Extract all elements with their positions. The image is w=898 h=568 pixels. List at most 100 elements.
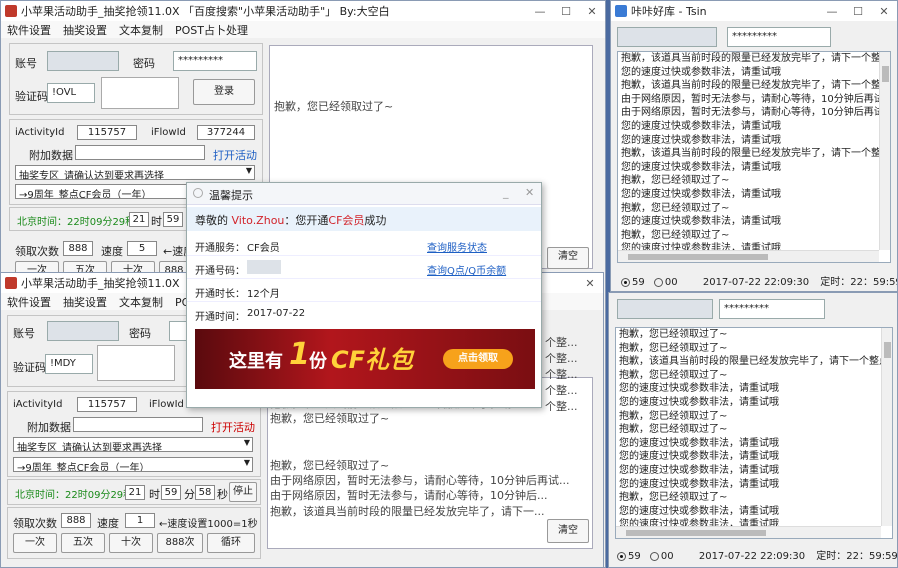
right-top-title: 咔咔好库 - Tsin [631,5,707,18]
activity-id-field[interactable]: 115757 [77,397,137,412]
log-line: 抱歉，该道具当前时段的限量已经发放完毕了，请下一... [270,504,545,518]
radio-59-label: 59 [628,551,641,562]
log-line: 由于网络原因，暂时无法参与，请耐心等待，10分钟后... [270,489,548,503]
password-field[interactable]: ********* [727,27,831,47]
speed-field[interactable]: 1 [125,513,155,528]
hour-field[interactable]: 21 [125,485,145,500]
right-top-titlebar[interactable]: 咔咔好库 - Tsin — ☐ ✕ [611,1,897,21]
scroll-thumb[interactable] [882,66,889,82]
vertical-scrollbar[interactable] [881,328,892,526]
activity-id-field[interactable]: 115757 [77,125,137,140]
log-line: 您的速度过快或参数非法，请重试哦 [619,505,779,517]
flow-id-label: iFlowId [151,127,186,138]
count-field[interactable]: 888 [61,513,91,528]
menu-text-copy[interactable]: 文本复制 [119,294,163,310]
banner-text-num: 1 [289,337,310,372]
lottery-zone-select[interactable]: 抽奖专区_请确认达到要求再选择 ▼ [15,165,255,180]
back-window-titlebar[interactable]: 小苹果活动助手_抽奖抢领11.0X 「百度搜索"小苹果活动助手"」 By:大空白… [1,1,605,21]
popup-title: 温馨提示 [209,189,253,202]
lottery-zone-value: 抽奖专区_请确认达到要求再选择 [19,171,164,180]
menu-post[interactable]: POST占卜处理 [175,22,248,38]
hour-field[interactable]: 21 [129,212,149,227]
extra-data-field[interactable] [73,417,203,432]
cf-gift-banner[interactable]: 这里有 1 份 CF礼包 点击领取 [195,329,535,389]
scroll-thumb[interactable] [628,254,768,260]
log-line: 抱歉，您已经领取过了~ [270,458,390,472]
radio-59[interactable] [617,551,626,561]
back-clear-button[interactable]: 清空 [547,247,589,269]
vertical-scrollbar[interactable] [879,52,890,250]
current-datetime: 2017-07-22 22:09:30 [702,277,810,288]
popup-titlebar[interactable]: 温馨提示 _ ✕ [187,183,541,205]
menu-text-copy[interactable]: 文本复制 [119,22,163,38]
prize-select[interactable]: →9周年_整点CF会员（一年） ▼ [13,457,253,472]
banner-claim-button[interactable]: 点击领取 [443,349,513,369]
speed-field[interactable]: 5 [127,241,157,256]
extra-data-label: 附加数据 [27,421,71,434]
five-times-button[interactable]: 五次 [61,533,105,553]
log-line: 您的速度过快或参数非法，请重试哦 [619,383,779,395]
account-field[interactable] [617,299,713,319]
minimize-icon[interactable]: — [819,5,845,18]
scroll-thumb[interactable] [626,530,766,536]
count-field[interactable]: 888 [63,241,93,256]
row-label: 开通号码： [195,266,245,277]
minute-field[interactable]: 59 [161,485,181,500]
minimize-icon[interactable]: — [527,5,553,18]
close-icon[interactable]: ✕ [579,5,605,18]
log-line: 您的速度过快或参数非法，请重试哦 [621,216,781,228]
lottery-zone-select[interactable]: 抽奖专区_请确认达到要求再选择 ▼ [13,437,253,452]
radio-00[interactable] [649,551,659,561]
password-field[interactable]: ********* [173,51,257,71]
chevron-down-icon: ▼ [243,458,250,467]
greet-user: Vito.Zhou [231,214,285,227]
captcha-field[interactable]: !MDY [45,354,93,374]
once-button[interactable]: 一次 [13,533,57,553]
right-bottom-window: ********* 抱歉，您已经领取过了~ 抱歉，您已经领取过了~ 抱歉，该道具… [608,292,898,568]
maximize-icon[interactable]: ☐ [553,5,579,18]
ten-times-button[interactable]: 十次 [109,533,153,553]
open-activity-link[interactable]: 打开活动 [211,419,255,435]
close-icon[interactable]: ✕ [871,5,897,18]
open-activity-link[interactable]: 打开活动 [213,147,257,163]
888-times-button[interactable]: 888次 [157,533,203,553]
stop-button[interactable]: 停止 [229,482,257,502]
prize-select[interactable]: →9周年_整点CF会员（一年） [15,184,191,199]
right-top-log[interactable]: 抱歉，该道具当前时段的限量已经发放完毕了，请下一个整点 您的速度过快或参数非法，… [617,51,891,263]
extra-data-field[interactable] [75,145,205,160]
row-label: 开通时间： [195,312,245,323]
query-service-link[interactable]: 查询服务状态 [427,239,487,254]
maximize-icon[interactable]: ☐ [845,5,871,18]
front-clear-button[interactable]: 清空 [547,519,589,543]
log-line: 您的速度过快或参数非法，请重试哦 [619,396,779,408]
close-icon[interactable]: ✕ [577,277,603,290]
horizontal-scrollbar[interactable] [616,526,881,538]
loop-button[interactable]: 循环 [207,533,255,553]
password-field[interactable]: ********* [719,299,825,319]
menu-software-settings[interactable]: 软件设置 [7,294,51,310]
menu-lottery-settings[interactable]: 抽奖设置 [63,22,107,38]
minimize-icon[interactable]: _ [503,186,509,199]
account-label: 账号 [15,57,37,70]
login-button[interactable]: 登录 [193,79,255,105]
close-icon[interactable]: ✕ [525,186,534,199]
scroll-thumb[interactable] [884,342,891,358]
right-bottom-log[interactable]: 抱歉，您已经领取过了~ 抱歉，您已经领取过了~ 抱歉，该道具当前时段的限量已经发… [615,327,893,539]
account-field[interactable] [47,321,119,341]
radio-59[interactable] [621,277,630,287]
minute-field[interactable]: 59 [163,212,183,227]
greet-mid: ：您开通 [284,214,329,227]
flow-id-field[interactable]: 377244 [197,125,255,140]
account-field[interactable] [617,27,717,47]
account-field[interactable] [47,51,119,71]
query-balance-link[interactable]: 查询Q点/Q币余额 [427,262,506,277]
menu-software-settings[interactable]: 软件设置 [7,22,51,38]
popup-row: 开通时长： 12个月 [187,279,541,302]
speed-hint: ←速度设置1000=1秒 [159,519,258,530]
radio-00[interactable] [653,277,663,287]
password-field[interactable] [169,321,187,341]
horizontal-scrollbar[interactable] [618,250,879,262]
second-field[interactable]: 58 [195,485,215,500]
menu-lottery-settings[interactable]: 抽奖设置 [63,294,107,310]
captcha-field[interactable]: !OVL [47,83,95,103]
